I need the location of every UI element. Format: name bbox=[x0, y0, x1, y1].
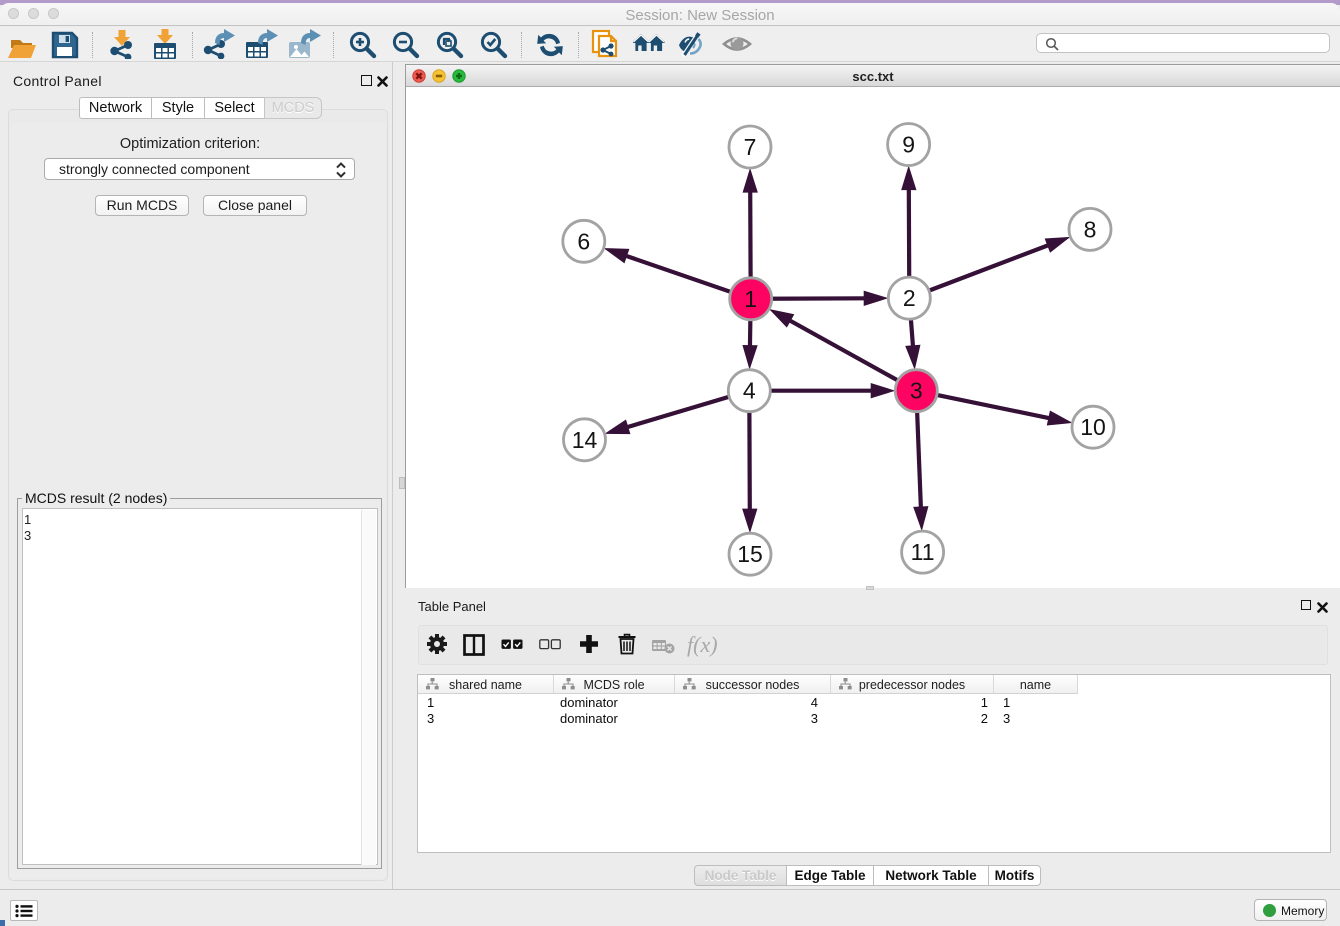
svg-text:7: 7 bbox=[744, 134, 757, 160]
svg-text:10: 10 bbox=[1080, 414, 1106, 440]
svg-text:6: 6 bbox=[577, 228, 590, 254]
svg-text:1: 1 bbox=[744, 286, 757, 312]
svg-text:8: 8 bbox=[1084, 216, 1097, 242]
svg-text:4: 4 bbox=[743, 378, 756, 404]
svg-text:2: 2 bbox=[903, 285, 916, 311]
svg-text:9: 9 bbox=[902, 132, 915, 158]
svg-text:3: 3 bbox=[910, 378, 923, 404]
svg-text:15: 15 bbox=[737, 541, 763, 567]
svg-text:11: 11 bbox=[911, 539, 935, 565]
svg-text:14: 14 bbox=[572, 427, 598, 453]
